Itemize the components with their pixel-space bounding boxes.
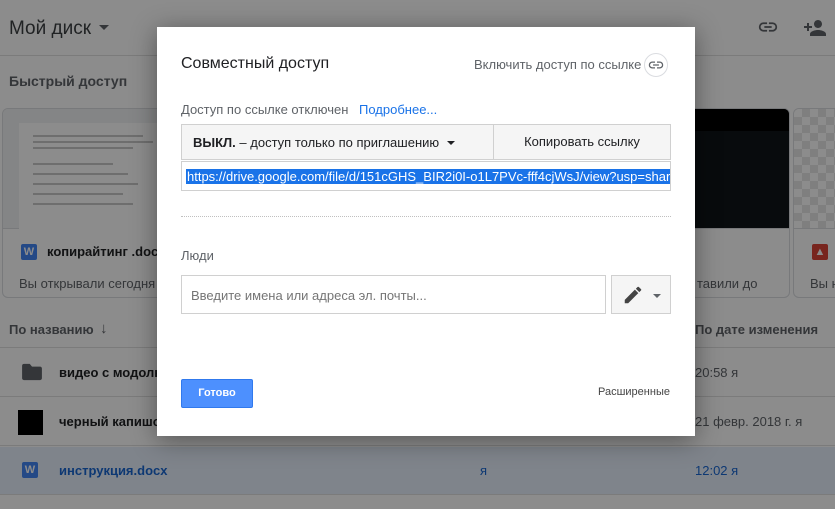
learn-more-link[interactable]: Подробнее... <box>359 102 437 117</box>
share-link-url: https://drive.google.com/file/d/151cGHS_… <box>186 169 670 184</box>
people-input-placeholder: Введите имена или адреса эл. почты... <box>191 288 427 303</box>
dropdown-caret-icon <box>447 141 455 145</box>
people-section-label: Люди <box>181 248 214 263</box>
dropdown-caret-icon <box>653 294 661 298</box>
share-link-field[interactable]: https://drive.google.com/file/d/151cGHS_… <box>181 161 671 191</box>
permission-dropdown-button[interactable] <box>611 275 671 314</box>
dialog-title: Совместный доступ <box>181 55 330 72</box>
people-input[interactable]: Введите имена или адреса эл. почты... <box>181 275 606 314</box>
link-icon <box>648 61 664 69</box>
done-button[interactable]: Готово <box>181 379 253 408</box>
link-access-value: ВЫКЛ. – доступ только по приглашению <box>193 135 440 150</box>
advanced-settings-link[interactable]: Расширенные <box>598 386 670 398</box>
enable-link-sharing-label[interactable]: Включить доступ по ссылке <box>474 57 641 72</box>
enable-link-sharing-button[interactable] <box>644 53 668 77</box>
link-status-text: Доступ по ссылке отключен <box>181 102 349 117</box>
divider <box>181 216 671 217</box>
link-access-dropdown[interactable]: ВЫКЛ. – доступ только по приглашению <box>181 124 494 160</box>
share-dialog: Совместный доступ Включить доступ по ссы… <box>157 27 695 436</box>
pencil-icon <box>624 286 642 304</box>
copy-link-button[interactable]: Копировать ссылку <box>493 124 671 160</box>
